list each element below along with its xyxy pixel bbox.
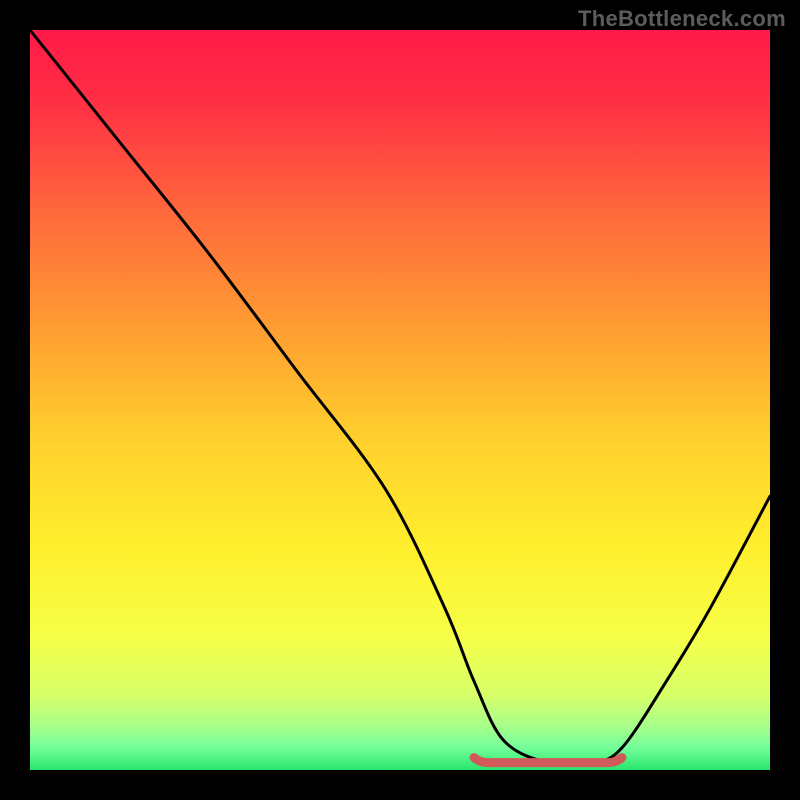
optimal-range-highlight xyxy=(474,758,622,763)
bottleneck-chart xyxy=(30,30,770,770)
watermark-text: TheBottleneck.com xyxy=(578,6,786,32)
gradient-background xyxy=(30,30,770,770)
chart-frame: TheBottleneck.com xyxy=(0,0,800,800)
